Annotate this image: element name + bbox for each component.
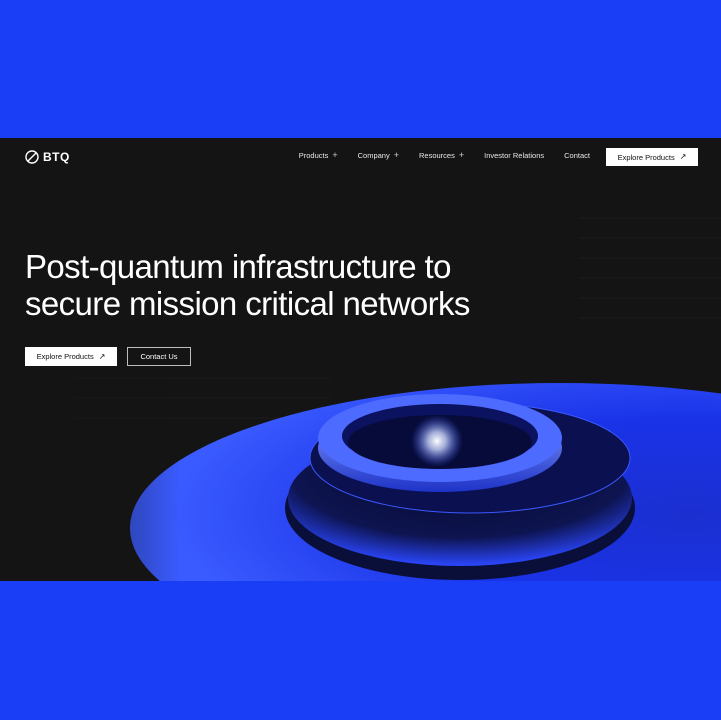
hero-headline: Post-quantum infrastructure to secure mi… [25, 248, 585, 322]
nav-item-company[interactable]: Company + [357, 150, 399, 161]
brand-name: BTQ [43, 150, 70, 164]
plus-icon: + [458, 150, 465, 160]
nav-cta-label: Explore Products [617, 152, 675, 162]
website-frame: BTQ Products + Company + Resources + Inv… [0, 138, 721, 581]
explore-products-button[interactable]: Explore Products ↗ [25, 347, 117, 366]
nav-item-products[interactable]: Products + [298, 150, 338, 161]
nav-item-label: Products [298, 151, 329, 160]
nav-item-label: Contact [564, 151, 590, 160]
arrow-up-right-icon: ↗ [98, 351, 106, 361]
nav-links: Products + Company + Resources + Investo… [298, 150, 590, 161]
top-nav: BTQ Products + Company + Resources + Inv… [0, 138, 721, 176]
explore-products-label: Explore Products [36, 352, 94, 361]
nav-explore-products-button[interactable]: Explore Products ↗ [606, 148, 698, 166]
contact-us-button[interactable]: Contact Us [127, 347, 191, 366]
hero-cta-row: Explore Products ↗ Contact Us [25, 347, 191, 366]
plus-icon: + [332, 150, 338, 160]
plus-icon: + [393, 150, 399, 160]
nav-item-label: Resources [418, 151, 455, 160]
nav-item-label: Company [357, 151, 390, 160]
hero-headline-line-1: Post-quantum infrastructure to [25, 248, 451, 285]
contact-us-label: Contact Us [140, 352, 178, 361]
arrow-up-right-icon: ↗ [679, 152, 687, 161]
nav-item-resources[interactable]: Resources + [418, 150, 465, 161]
hero-headline-line-2: secure mission critical networks [25, 285, 470, 322]
brand-logo[interactable]: BTQ [25, 150, 70, 164]
nav-item-investor-relations[interactable]: Investor Relations [484, 151, 544, 160]
nav-item-contact[interactable]: Contact [564, 151, 590, 160]
btq-logo-icon [25, 150, 39, 164]
nav-item-label: Investor Relations [484, 151, 545, 160]
